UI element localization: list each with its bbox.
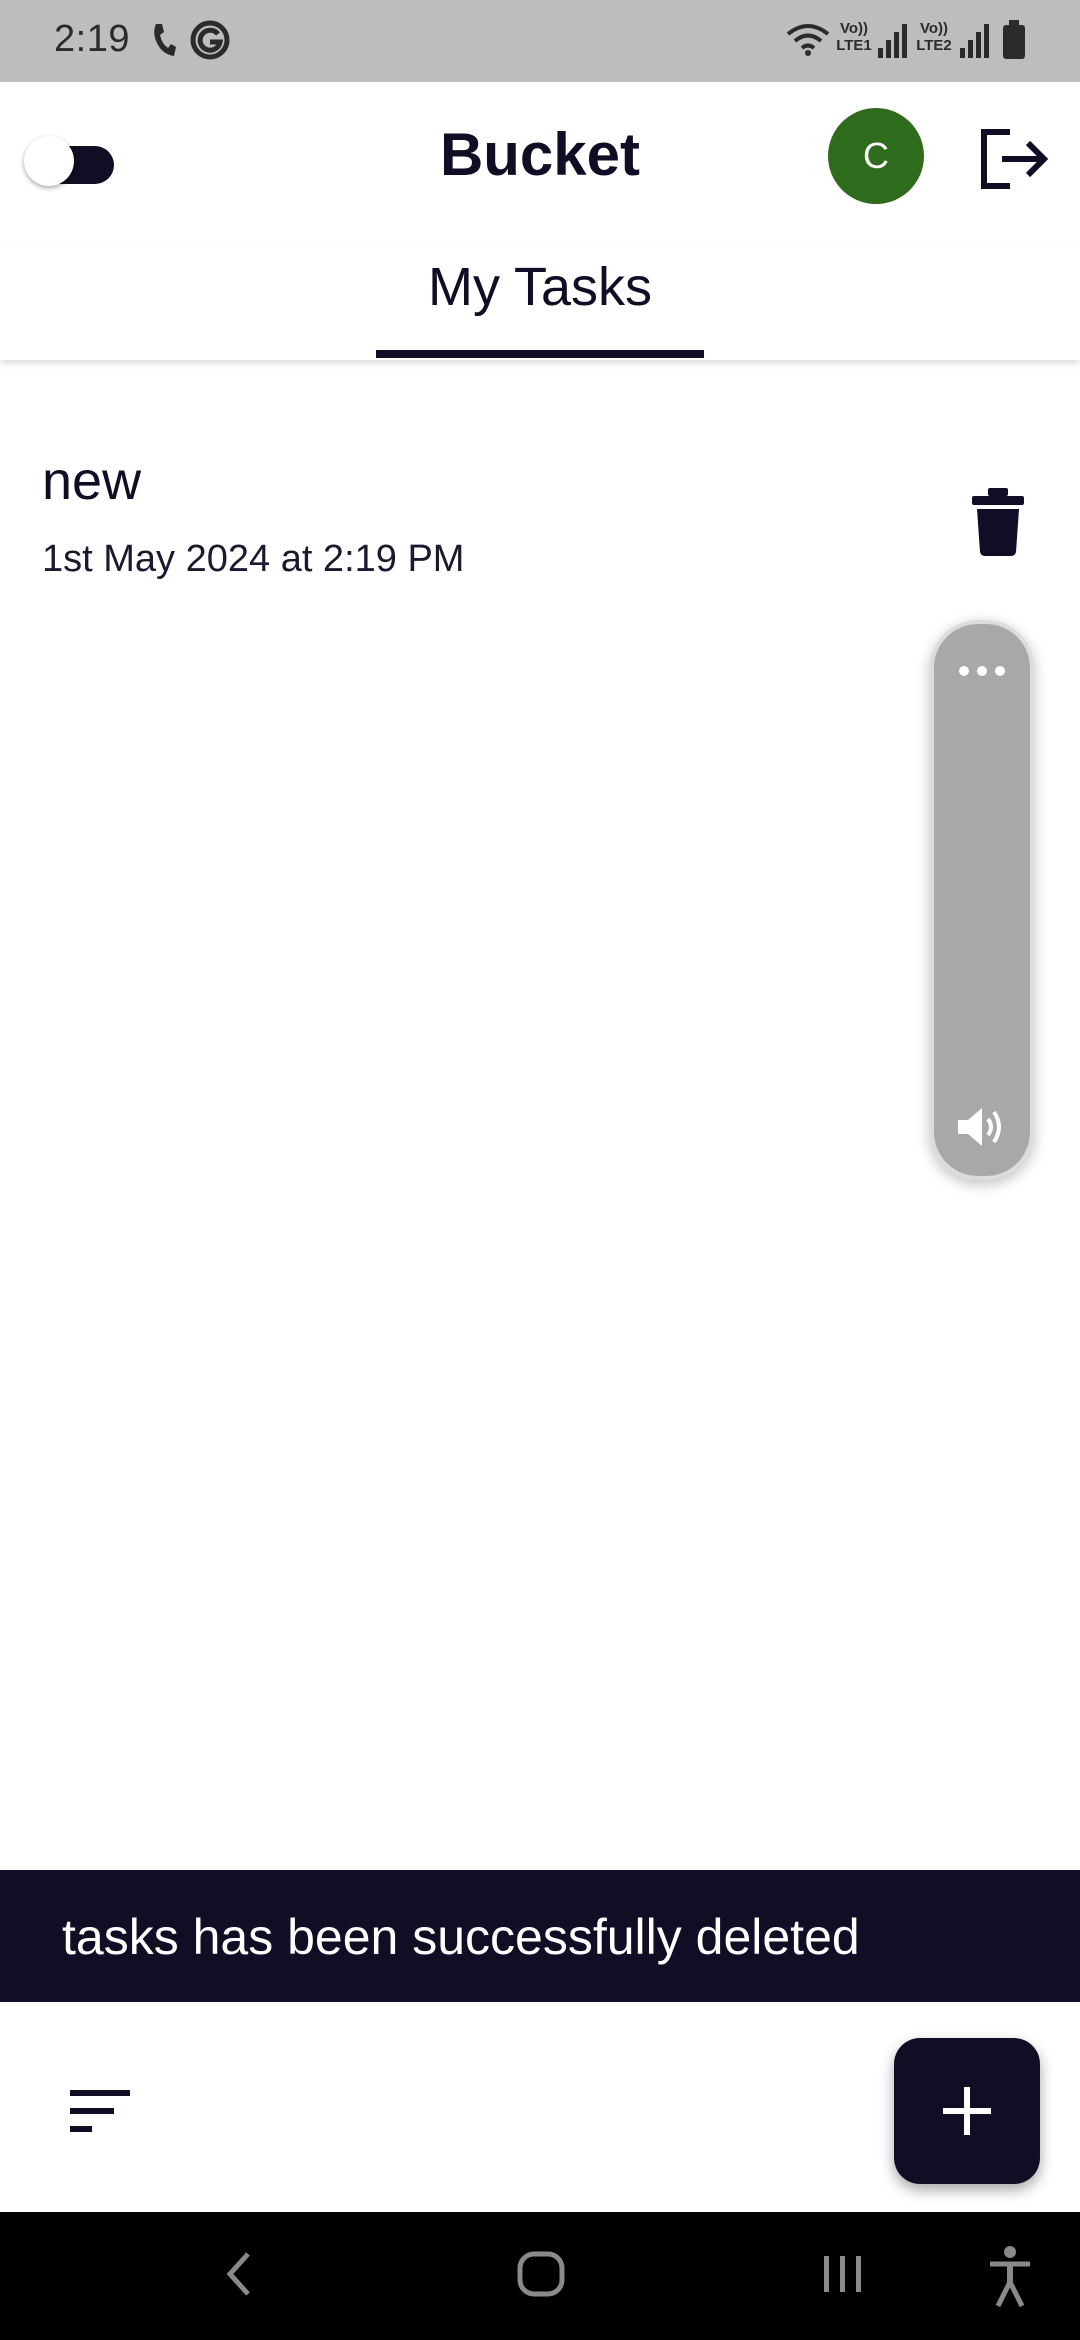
sim2-bottom-label: LTE2 <box>916 37 952 54</box>
signal-icon <box>878 22 908 63</box>
tab-indicator <box>376 350 704 358</box>
volte-lte1-icon: Vo)) LTE1 <box>834 20 874 54</box>
sim2-top-label: Vo)) <box>919 20 949 37</box>
screen: 2:19 Vo)) LTE1 Vo)) LTE2 Bucket C My Tas… <box>0 0 1080 2340</box>
g-circle-icon <box>190 20 230 65</box>
tab-my-tasks[interactable]: My Tasks <box>376 256 704 318</box>
sim1-bottom-label: LTE1 <box>836 37 872 54</box>
add-task-button[interactable] <box>894 2038 1040 2184</box>
app-bar: Bucket C <box>0 82 1080 242</box>
speaker-icon[interactable] <box>956 1104 1008 1150</box>
snackbar-message: tasks has been successfully deleted <box>62 1909 860 1965</box>
trash-icon <box>968 488 1028 562</box>
recents-icon[interactable] <box>820 2242 866 2311</box>
wifi-icon <box>786 22 830 63</box>
more-dots-icon[interactable] <box>956 664 1008 678</box>
task-item[interactable]: new 1st May 2024 at 2:19 PM <box>0 430 1080 600</box>
bottom-bar <box>0 2002 1080 2212</box>
logout-icon <box>976 129 1052 196</box>
snackbar: tasks has been successfully deleted <box>0 1870 1080 2002</box>
status-time: 2:19 <box>54 18 130 60</box>
phone-call-icon <box>150 20 176 65</box>
signal-icon <box>960 22 990 63</box>
task-date: 1st May 2024 at 2:19 PM <box>42 538 465 580</box>
volume-panel[interactable] <box>930 620 1034 1180</box>
sort-icon <box>66 2090 138 2144</box>
accessibility-icon[interactable] <box>986 2242 1034 2315</box>
home-icon[interactable] <box>516 2242 566 2311</box>
back-icon[interactable] <box>222 2242 256 2311</box>
task-title: new <box>42 451 142 511</box>
user-avatar[interactable]: C <box>828 108 924 204</box>
sort-button[interactable] <box>66 2084 138 2140</box>
delete-task-button[interactable] <box>968 486 1028 558</box>
volte-lte2-icon: Vo)) LTE2 <box>914 20 954 54</box>
sim1-top-label: Vo)) <box>839 20 869 37</box>
status-bar: 2:19 Vo)) LTE1 Vo)) LTE2 <box>0 0 1080 82</box>
tab-bar: My Tasks <box>0 242 1080 360</box>
logout-button[interactable] <box>976 126 1052 192</box>
system-nav-bar <box>0 2212 1080 2340</box>
battery-icon <box>1002 20 1026 65</box>
